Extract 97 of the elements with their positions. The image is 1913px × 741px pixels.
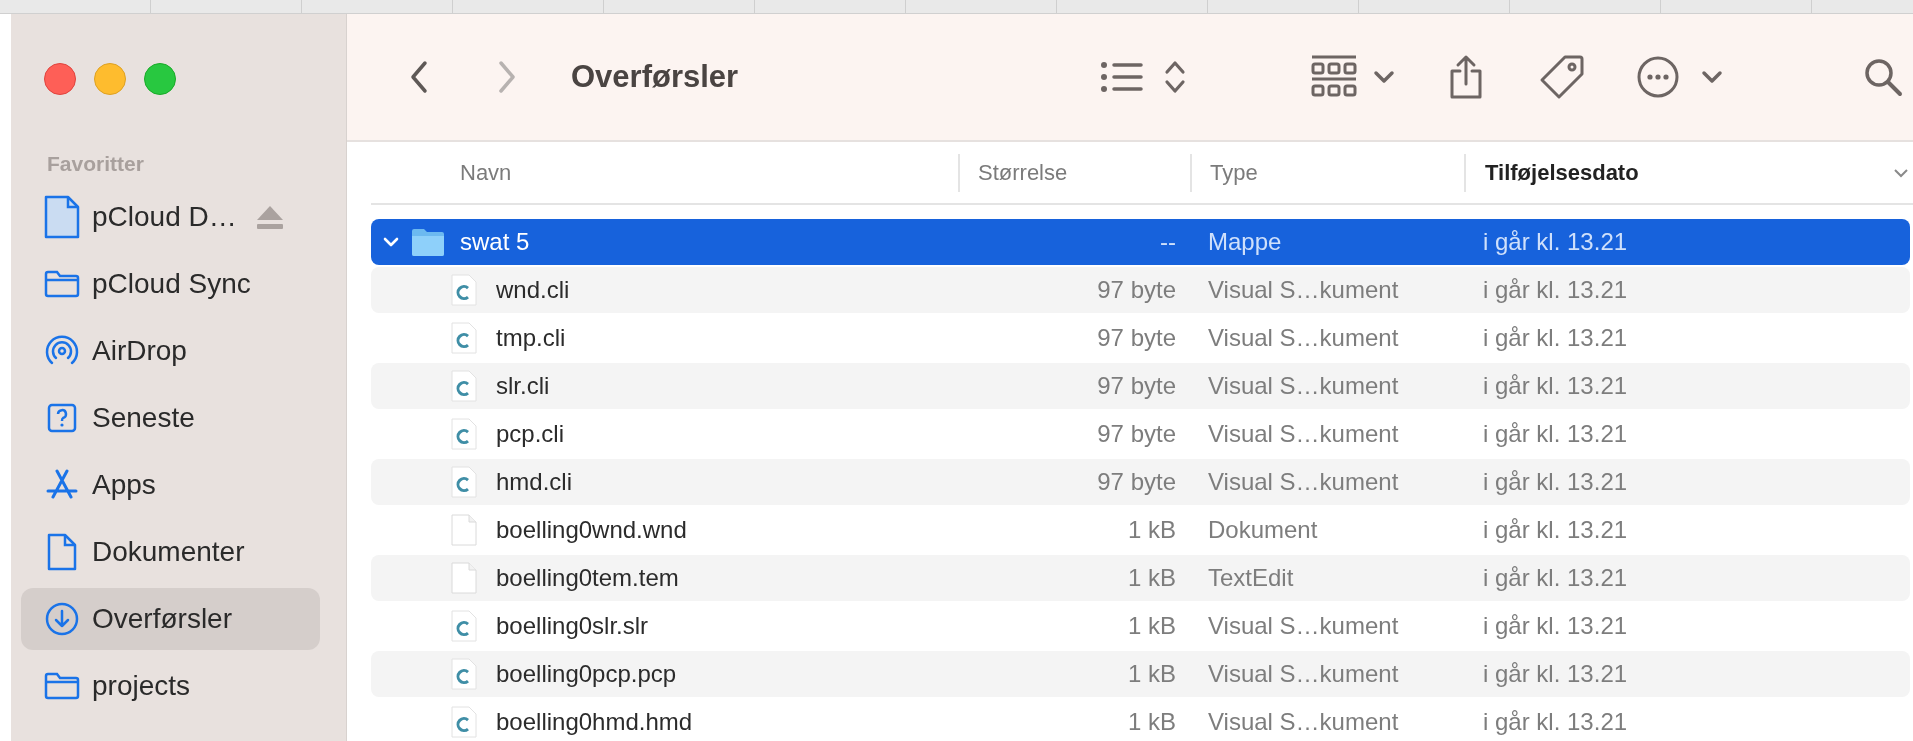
file-name: boelling0wnd.wnd [496, 516, 687, 544]
sidebar-item[interactable]: AirDrop [21, 320, 320, 382]
sort-chevron-icon [1893, 167, 1909, 178]
sidebar-item[interactable]: pCloud Sync [21, 253, 320, 315]
file-name: boelling0hmd.hmd [496, 708, 693, 736]
file-name: boelling0tem.tem [496, 564, 679, 592]
section-heading: Favoritter [47, 151, 145, 177]
search-icon[interactable] [1863, 57, 1903, 97]
c-file-icon [451, 466, 477, 498]
file-type: Visual S…kument [1207, 372, 1400, 400]
file-row[interactable]: pcp.cli 97 byte Visual S…kument i går kl. 13.21 [371, 411, 1910, 457]
file-size: 97 byte [1096, 324, 1177, 352]
file-type: Visual S…kument [1207, 468, 1400, 496]
file-type: Mappe [1207, 228, 1283, 256]
file-size: 97 byte [1096, 276, 1177, 304]
sidebar-item[interactable]: Overførsler [21, 588, 320, 650]
c-file-icon [451, 274, 477, 306]
file-type: Visual S…kument [1207, 612, 1400, 640]
file-size: 97 byte [1096, 372, 1177, 400]
date-added: i går kl. 13.21 [1482, 468, 1629, 496]
column-header[interactable]: Navn [371, 153, 958, 192]
file-row[interactable]: swat 5 -- Mappe i går kl. 13.21 [371, 219, 1910, 265]
close-button[interactable] [44, 63, 76, 95]
file-row[interactable]: boelling0tem.tem 1 kB TextEdit i går kl. 13.21 [371, 555, 1910, 601]
file-size: 97 byte [1096, 468, 1177, 496]
file-row[interactable]: wnd.cli 97 byte Visual S…kument i går kl. 13.21 [371, 267, 1910, 313]
file-size: -- [1159, 228, 1177, 256]
date-added: i går kl. 13.21 [1482, 612, 1629, 640]
file-size: 1 kB [1126, 564, 1177, 592]
chevron-down-icon[interactable] [1373, 70, 1395, 84]
file-size: 1 kB [1126, 612, 1177, 640]
file-name: pcp.cli [496, 420, 565, 448]
file-name: tmp.cli [496, 324, 566, 352]
file-name: hmd.cli [496, 468, 573, 496]
more-icon[interactable] [1637, 56, 1679, 98]
file-type: TextEdit [1207, 564, 1295, 592]
file-row[interactable]: boelling0pcp.pcp 1 kB Visual S…kument i går kl. 13.21 [371, 651, 1910, 697]
folder-icon [411, 228, 445, 256]
window-title: Overførsler [571, 59, 739, 95]
sidebar-item[interactable]: Dokumenter [21, 521, 320, 583]
question-mark-icon [47, 403, 77, 433]
sidebar-item[interactable]: projects [21, 655, 320, 717]
file-type: Visual S…kument [1207, 324, 1400, 352]
apps-icon [44, 469, 80, 501]
c-file-icon [451, 322, 477, 354]
sidebar-item[interactable]: Apps [21, 454, 320, 516]
file-row[interactable]: slr.cli 97 byte Visual S…kument i går kl. 13.21 [371, 363, 1910, 409]
file-type: Visual S…kument [1207, 708, 1400, 736]
file-type: Dokument [1207, 516, 1319, 544]
file-row[interactable]: boelling0slr.slr 1 kB Visual S…kument i går kl. 13.21 [371, 603, 1910, 649]
date-added: i går kl. 13.21 [1482, 228, 1629, 256]
column-header[interactable]: Type [1190, 153, 1464, 192]
file-size: 1 kB [1126, 516, 1177, 544]
c-file-icon [451, 370, 477, 402]
date-added: i går kl. 13.21 [1482, 516, 1629, 544]
file-icon [451, 514, 477, 546]
column-header[interactable]: Tilføjelsesdato [1464, 153, 1913, 192]
file-row[interactable]: hmd.cli 97 byte Visual S…kument i går kl. 13.21 [371, 459, 1910, 505]
folder-icon [44, 270, 80, 298]
file-name: swat 5 [460, 228, 530, 256]
document-icon [47, 533, 77, 571]
file-row[interactable]: boelling0wnd.wnd 1 kB Dokument i går kl. 13.21 [371, 507, 1910, 553]
file-type: Visual S…kument [1207, 420, 1400, 448]
column-header[interactable]: Størrelse [958, 153, 1190, 192]
sort-arrows-icon[interactable] [1164, 59, 1186, 95]
file-row[interactable]: tmp.cli 97 byte Visual S…kument i går kl. 13.21 [371, 315, 1910, 361]
grid-view-icon[interactable] [1311, 55, 1357, 99]
date-added: i går kl. 13.21 [1482, 276, 1629, 304]
download-icon [44, 601, 80, 637]
file-name: boelling0pcp.pcp [496, 660, 677, 688]
file-name: slr.cli [496, 372, 550, 400]
c-file-icon [451, 706, 477, 738]
file-type: Visual S…kument [1207, 276, 1400, 304]
list-view-icon[interactable] [1100, 60, 1144, 94]
sidebar-item[interactable]: Seneste [21, 387, 320, 449]
file-name: wnd.cli [496, 276, 570, 304]
file-type: Visual S…kument [1207, 660, 1400, 688]
date-added: i går kl. 13.21 [1482, 420, 1629, 448]
c-file-icon [451, 418, 477, 450]
date-added: i går kl. 13.21 [1482, 372, 1629, 400]
date-added: i går kl. 13.21 [1482, 708, 1629, 736]
file-icon [451, 562, 477, 594]
sidebar-item[interactable]: pCloud D… [21, 186, 320, 248]
c-file-icon [451, 610, 477, 642]
document-icon [44, 195, 80, 239]
file-size: 97 byte [1096, 420, 1177, 448]
chevron-down-icon[interactable] [1701, 70, 1723, 84]
file-size: 1 kB [1126, 708, 1177, 736]
file-name: boelling0slr.slr [496, 612, 649, 640]
c-file-icon [451, 658, 477, 690]
date-added: i går kl. 13.21 [1482, 564, 1629, 592]
date-added: i går kl. 13.21 [1482, 324, 1629, 352]
tag-icon[interactable] [1539, 54, 1585, 100]
folder-icon [44, 672, 80, 700]
file-size: 1 kB [1126, 660, 1177, 688]
file-row[interactable]: boelling0hmd.hmd 1 kB Visual S…kument i går kl. 13.21 [371, 699, 1910, 741]
date-added: i går kl. 13.21 [1482, 660, 1629, 688]
